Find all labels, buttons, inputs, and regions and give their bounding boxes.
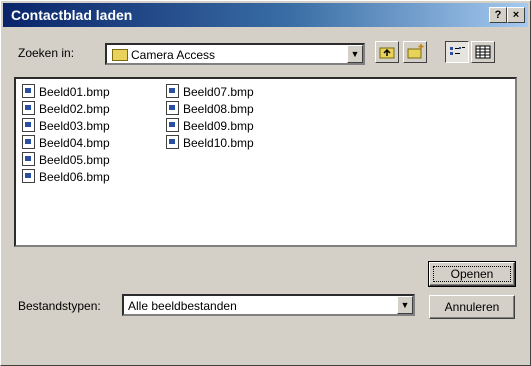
file-item[interactable]: Beeld09.bmp bbox=[166, 118, 254, 134]
bitmap-file-icon bbox=[22, 84, 35, 98]
help-button[interactable]: ? bbox=[489, 7, 507, 23]
look-in-label: Zoeken in: bbox=[18, 46, 75, 60]
new-folder-icon bbox=[407, 44, 424, 59]
details-view-icon bbox=[475, 45, 491, 59]
dialog-title: Contactblad laden bbox=[11, 7, 133, 23]
file-name: Beeld09.bmp bbox=[183, 119, 254, 133]
file-item[interactable]: Beeld05.bmp bbox=[22, 152, 110, 168]
up-folder-icon bbox=[379, 47, 395, 59]
file-type-dropdown[interactable]: Alle beeldbestanden ▼ bbox=[122, 294, 415, 316]
file-item[interactable]: Beeld03.bmp bbox=[22, 118, 110, 134]
file-item[interactable]: Beeld07.bmp bbox=[166, 84, 254, 100]
bitmap-file-icon bbox=[22, 101, 35, 115]
file-name: Beeld08.bmp bbox=[183, 102, 254, 116]
look-in-dropdown[interactable]: Camera Access ▼ bbox=[105, 43, 365, 65]
bitmap-file-icon bbox=[22, 135, 35, 149]
file-name: Beeld04.bmp bbox=[39, 136, 110, 150]
file-name: Beeld05.bmp bbox=[39, 153, 110, 167]
file-name: Beeld10.bmp bbox=[183, 136, 254, 150]
up-folder-button[interactable] bbox=[375, 41, 399, 63]
file-type-label: Bestandstypen: bbox=[18, 299, 101, 313]
open-button-label: Openen bbox=[433, 266, 511, 282]
file-item[interactable]: Beeld04.bmp bbox=[22, 135, 110, 151]
cancel-button[interactable]: Annuleren bbox=[429, 295, 515, 319]
file-item[interactable]: Beeld02.bmp bbox=[22, 101, 110, 117]
bitmap-file-icon bbox=[22, 152, 35, 166]
bitmap-file-icon bbox=[166, 135, 179, 149]
title-bar[interactable]: Contactblad laden ? × bbox=[3, 3, 528, 27]
bitmap-file-icon bbox=[22, 169, 35, 183]
file-list[interactable]: Beeld01.bmp Beeld02.bmp Beeld03.bmp Beel… bbox=[14, 77, 517, 247]
list-view-button[interactable] bbox=[445, 41, 469, 63]
bitmap-file-icon bbox=[166, 118, 179, 132]
file-item[interactable]: Beeld06.bmp bbox=[22, 169, 110, 185]
new-folder-button[interactable] bbox=[403, 41, 427, 63]
bitmap-file-icon bbox=[22, 118, 35, 132]
chevron-down-icon[interactable]: ▼ bbox=[347, 45, 363, 63]
file-name: Beeld02.bmp bbox=[39, 102, 110, 116]
details-view-button[interactable] bbox=[471, 41, 495, 63]
bitmap-file-icon bbox=[166, 101, 179, 115]
bitmap-file-icon bbox=[166, 84, 179, 98]
file-type-value: Alle beeldbestanden bbox=[128, 299, 237, 313]
list-view-icon bbox=[450, 47, 465, 55]
close-button[interactable]: × bbox=[507, 7, 525, 23]
file-name: Beeld06.bmp bbox=[39, 170, 110, 184]
chevron-down-icon[interactable]: ▼ bbox=[397, 296, 413, 314]
file-name: Beeld01.bmp bbox=[39, 85, 110, 99]
open-dialog: Contactblad laden ? × Zoeken in: Camera … bbox=[0, 0, 531, 366]
file-name: Beeld03.bmp bbox=[39, 119, 110, 133]
file-item[interactable]: Beeld01.bmp bbox=[22, 84, 110, 100]
file-item[interactable]: Beeld08.bmp bbox=[166, 101, 254, 117]
folder-icon bbox=[112, 49, 128, 61]
look-in-value: Camera Access bbox=[131, 48, 216, 62]
open-button[interactable]: Openen bbox=[428, 261, 516, 287]
file-name: Beeld07.bmp bbox=[183, 85, 254, 99]
file-item[interactable]: Beeld10.bmp bbox=[166, 135, 254, 151]
